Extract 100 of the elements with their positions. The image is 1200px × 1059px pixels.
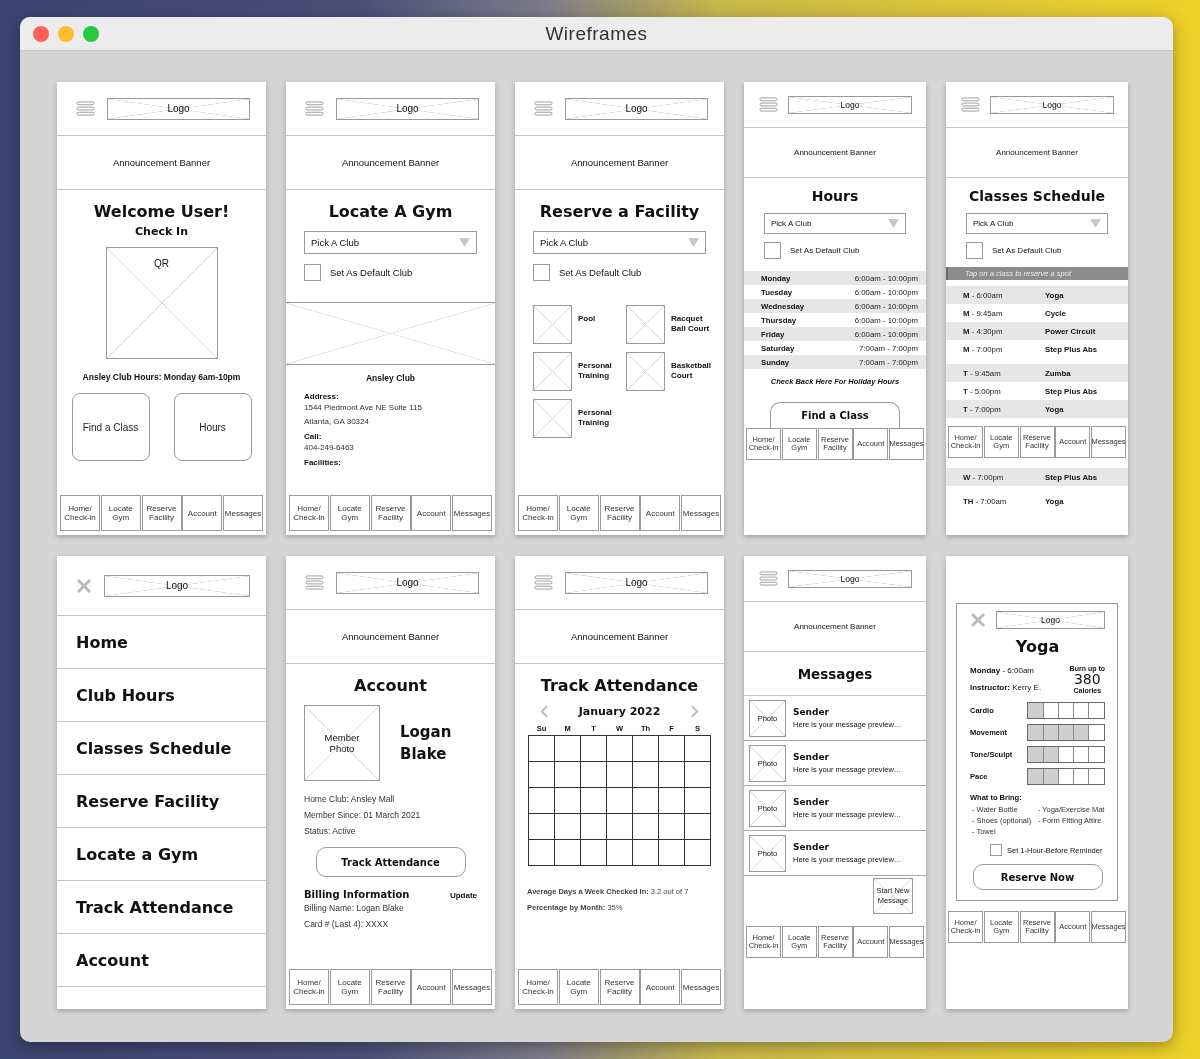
announcement-banner: Announcement Banner [515, 136, 724, 190]
facility-label: Racquet Ball Court [671, 313, 711, 334]
nav-tab[interactable]: Reserve Facility [599, 969, 640, 1005]
message-sender: Sender [793, 797, 830, 807]
nav-tab[interactable]: Locate Gym [558, 969, 599, 1005]
nav-tab[interactable]: Account [640, 969, 681, 1005]
nav-tab[interactable]: Home/ Check-in [289, 495, 329, 531]
nav-tab[interactable]: Home/ Check-in [60, 495, 100, 531]
window-minimize-button[interactable] [58, 25, 74, 42]
screen-title: Messages [744, 652, 926, 696]
facility-image-placeholder[interactable] [626, 305, 665, 344]
intensity-box [1073, 725, 1089, 740]
nav-tab[interactable]: Locate Gym [329, 495, 370, 531]
facility-image-placeholder[interactable] [533, 399, 572, 438]
nav-tab[interactable]: Messages [681, 969, 721, 1005]
nav-tab[interactable]: Messages [452, 969, 492, 1005]
reserve-now-button[interactable]: Reserve Now [972, 864, 1103, 890]
detail-label: Facilities: [304, 458, 342, 467]
nav-tab[interactable]: Account [411, 969, 452, 1005]
chevron-right-icon[interactable] [690, 705, 700, 718]
close-icon[interactable] [76, 577, 92, 594]
logo-text: Logo [625, 577, 648, 588]
menu-icon[interactable] [305, 101, 324, 116]
qr-label: QR [154, 258, 169, 269]
checkbox[interactable] [533, 264, 550, 281]
logo-text: Logo [396, 577, 419, 588]
nav-tab[interactable]: Home/ Check-in [518, 495, 558, 531]
checkbox[interactable] [966, 242, 983, 259]
chevron-left-icon[interactable] [539, 705, 549, 718]
checkbox[interactable] [764, 242, 781, 259]
calendar-grid[interactable] [528, 735, 711, 866]
menu-icon[interactable] [961, 97, 980, 112]
nav-tab[interactable]: Reserve Facility [599, 495, 640, 531]
menu-icon[interactable] [534, 575, 553, 590]
facility-image-placeholder[interactable] [533, 305, 572, 344]
window-close-button[interactable] [33, 25, 49, 42]
checkbox[interactable] [990, 844, 1002, 856]
logo-text: Logo [1041, 615, 1060, 625]
club-dropdown[interactable]: Pick A Club [966, 213, 1108, 234]
logo-text: Logo [840, 99, 860, 110]
nav-tab[interactable]: Messages [452, 495, 492, 531]
menu-item[interactable]: Reserve Facility [57, 775, 266, 828]
menu-item[interactable]: Home [57, 616, 266, 669]
logo-text: Logo [840, 573, 860, 584]
shortcut-button[interactable]: Find a Class [71, 393, 150, 461]
announcement-banner: Announcement Banner [57, 136, 266, 190]
menu-icon[interactable] [305, 575, 324, 590]
menu-icon[interactable] [534, 101, 553, 116]
screen-title: Welcome User! [92, 202, 231, 221]
nav-tab[interactable]: Locate Gym [100, 495, 141, 531]
nav-tab[interactable]: Home/ Check-in [289, 969, 329, 1005]
update-link[interactable]: Update [449, 891, 477, 900]
club-dropdown[interactable]: Pick A Club [304, 231, 477, 254]
menu-item[interactable]: Classes Schedule [57, 722, 266, 775]
instructor-text: Instructor: Kerry E. [970, 682, 1042, 694]
nav-tab[interactable]: Account [640, 495, 681, 531]
caret-icon [459, 238, 470, 247]
nav-tab[interactable]: Account [411, 495, 452, 531]
menu-icon[interactable] [759, 97, 778, 112]
track-attendance-button[interactable]: Track Attendance [315, 847, 466, 877]
caret-icon [688, 238, 699, 247]
find-class-button[interactable]: Find a Class [770, 402, 900, 428]
nav-tab[interactable]: Reserve Facility [370, 969, 411, 1005]
window-zoom-button[interactable] [83, 25, 99, 42]
nav-tab[interactable]: Reserve Facility [370, 495, 411, 531]
nav-tab[interactable]: Messages [223, 495, 263, 531]
menu-item[interactable]: Club Hours [57, 669, 266, 722]
nav-tab[interactable]: Home/ Check-in [518, 969, 558, 1005]
nav-tab[interactable]: Reserve Facility [141, 495, 182, 531]
nav-tab[interactable]: Account [182, 495, 223, 531]
member-info-text: Member Since: 01 March 2021 [304, 809, 422, 822]
shortcut-button[interactable]: Hours [173, 393, 252, 461]
detail-text: 404-249-6463 [304, 442, 355, 454]
close-icon[interactable] [970, 612, 986, 628]
facility-label: Basketball Court [671, 360, 713, 381]
menu-item[interactable]: Track Attendance [57, 881, 266, 934]
billing-heading: Billing Information [304, 889, 410, 900]
intensity-box [1028, 769, 1044, 784]
nav-tab[interactable]: Locate Gym [558, 495, 599, 531]
club-name: Ansley Club [364, 373, 417, 383]
screen-subtitle: Check In [134, 225, 189, 238]
screen-title: Track Attendance [539, 676, 700, 695]
menu-item[interactable]: Account [57, 934, 266, 987]
club-dropdown[interactable]: Pick A Club [764, 213, 906, 234]
nav-tab[interactable]: Messages [681, 495, 721, 531]
intensity-box [1058, 725, 1074, 740]
intensity-box [1043, 747, 1059, 762]
menu-icon[interactable] [76, 101, 95, 116]
club-dropdown[interactable]: Pick A Club [533, 231, 706, 254]
logo-text: Logo [1042, 99, 1062, 110]
facility-image-placeholder[interactable] [626, 352, 665, 391]
menu-icon[interactable] [759, 571, 778, 586]
nav-tab[interactable]: Locate Gym [329, 969, 370, 1005]
announcement-banner: Announcement Banner [946, 128, 1128, 178]
facility-image-placeholder[interactable] [533, 352, 572, 391]
menu-item[interactable]: Locate a Gym [57, 828, 266, 881]
facility-label: Personal Training [578, 360, 613, 381]
detail-label: Address: [304, 392, 340, 401]
announcement-banner: Announcement Banner [744, 128, 926, 178]
checkbox[interactable] [304, 264, 321, 281]
